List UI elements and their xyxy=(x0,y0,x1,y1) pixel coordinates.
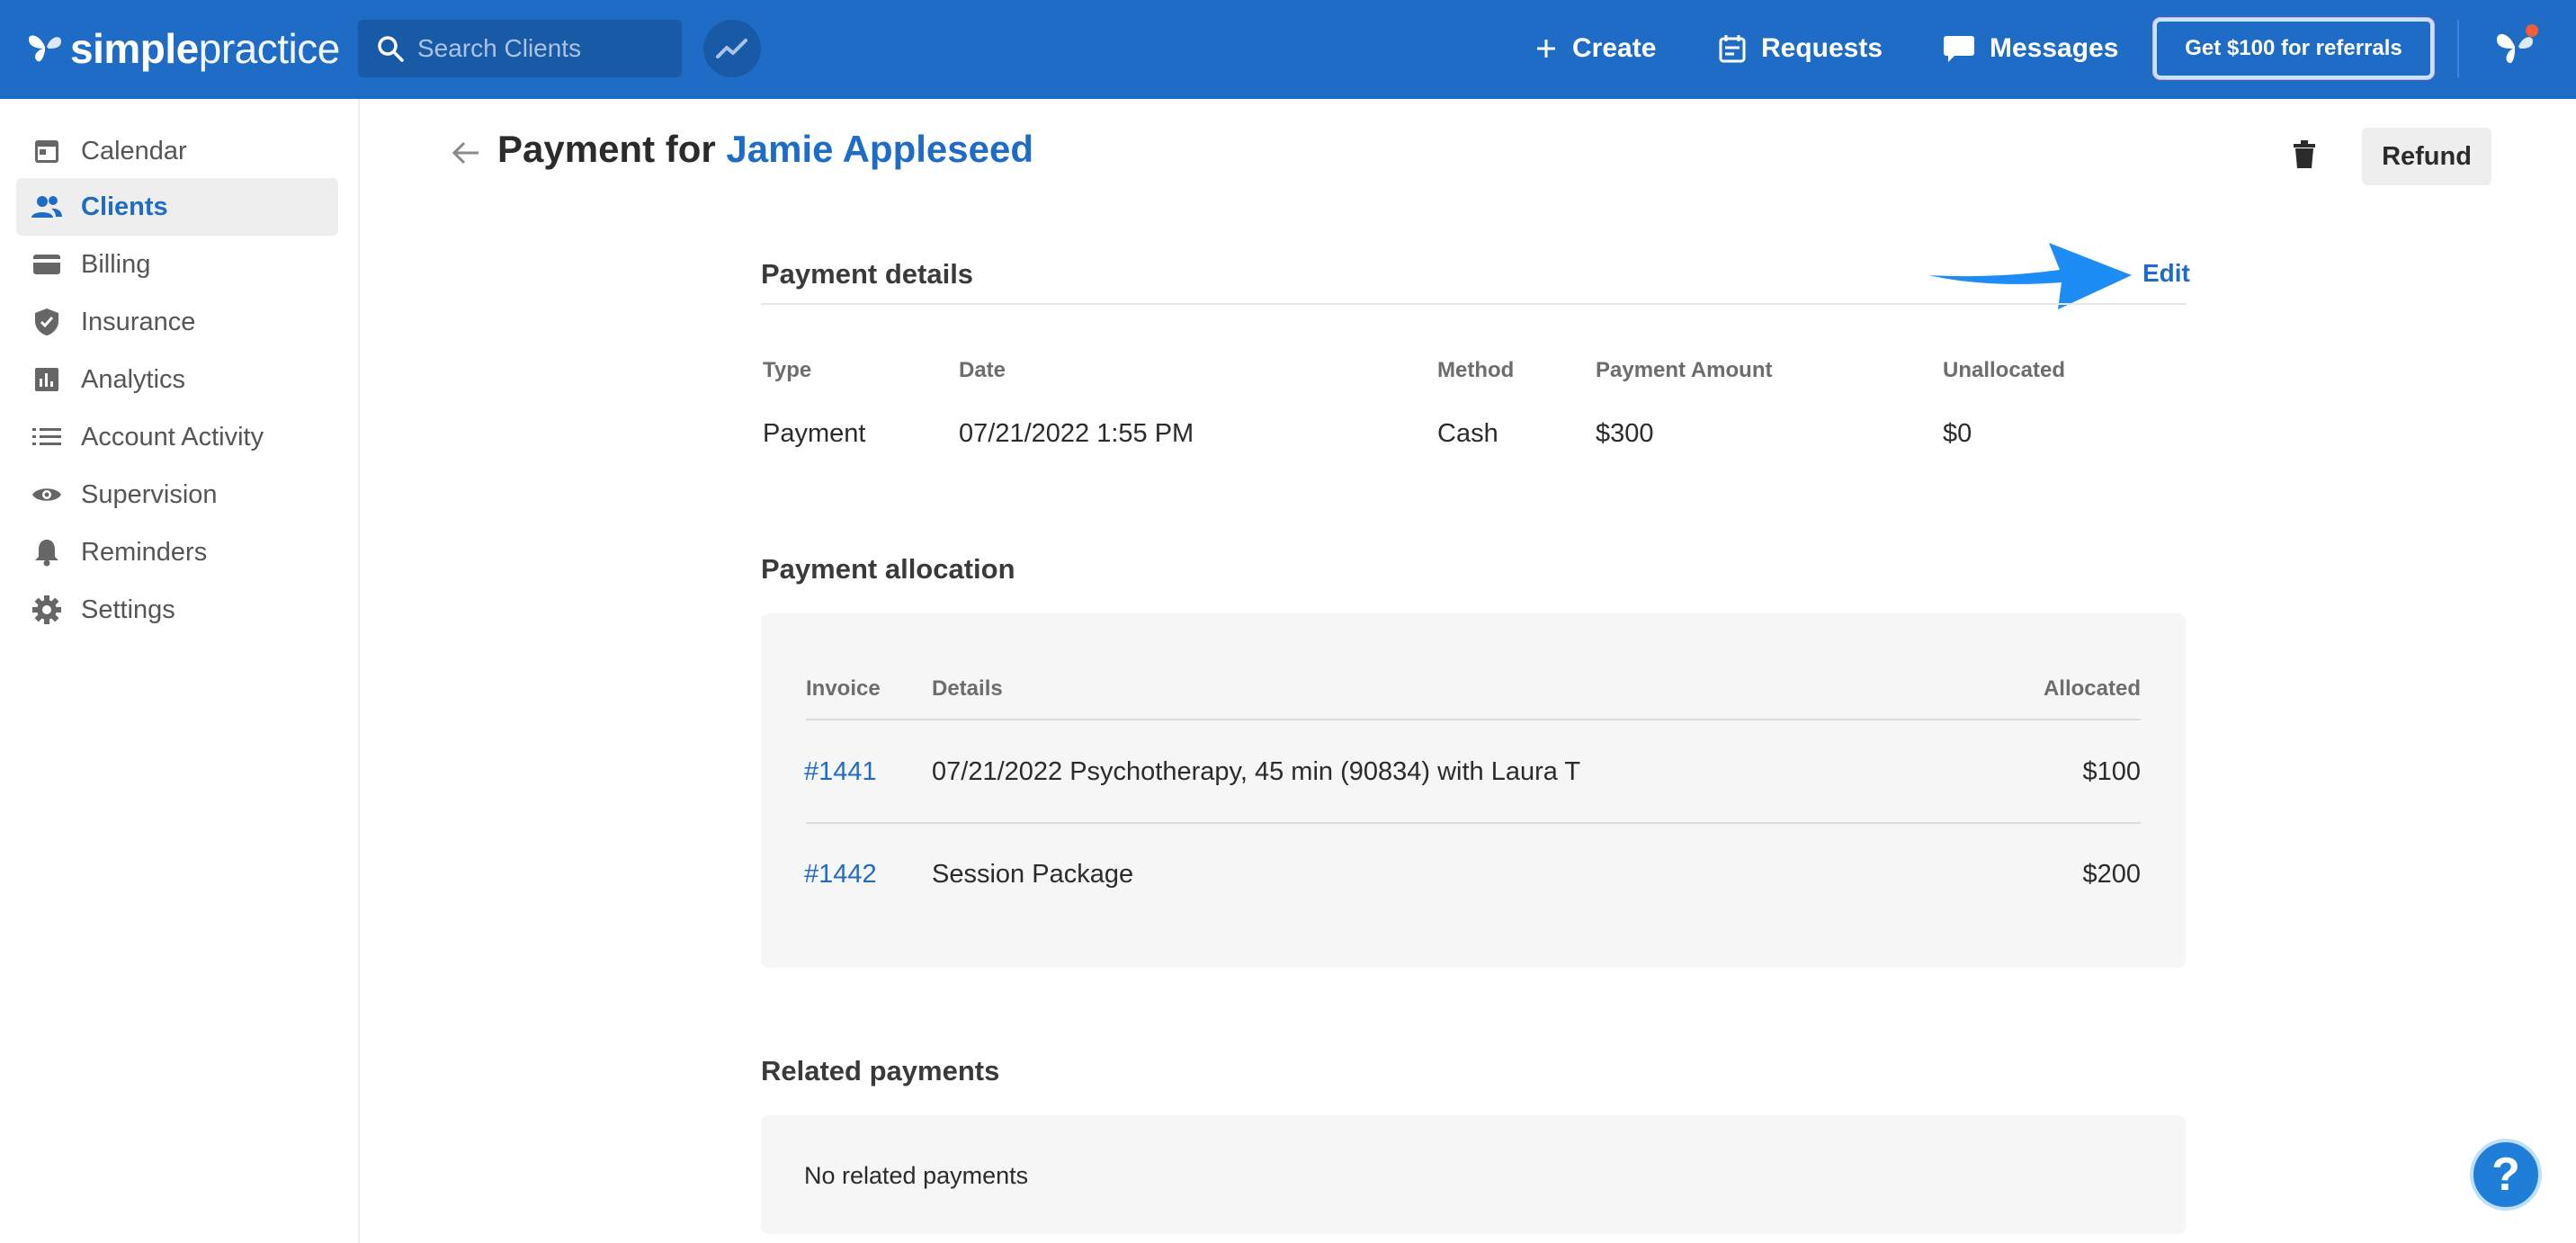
refund-button[interactable]: Refund xyxy=(2362,128,2491,185)
unallocated-value: $0 xyxy=(1943,419,1972,448)
sidebar: Calendar Clients Billing Insurance Analy… xyxy=(0,99,360,1243)
butterfly-logo-icon xyxy=(29,35,61,62)
sidebar-item-reminders[interactable]: Reminders xyxy=(16,523,338,581)
table-header-divider xyxy=(806,719,2141,720)
back-arrow-icon[interactable] xyxy=(450,137,482,169)
sidebar-item-clients[interactable]: Clients xyxy=(16,178,338,236)
sidebar-item-settings[interactable]: Settings xyxy=(16,581,338,639)
bar-chart-icon xyxy=(31,363,63,396)
allocation-details: Session Package xyxy=(932,860,1134,889)
eye-icon xyxy=(31,478,63,511)
sidebar-item-label: Billing xyxy=(81,249,151,279)
page-title: Payment for Jamie Appleseed xyxy=(497,128,1033,171)
account-avatar[interactable] xyxy=(2491,22,2542,72)
sidebar-item-supervision[interactable]: Supervision xyxy=(16,466,338,523)
list-icon xyxy=(31,421,63,453)
simplepractice-logo[interactable]: simple practice xyxy=(27,22,340,76)
column-header-invoice: Invoice xyxy=(806,676,881,701)
payment-allocation-title: Payment allocation xyxy=(761,553,1015,585)
search-icon xyxy=(378,36,404,62)
calendar-icon xyxy=(31,135,63,167)
messages-label: Messages xyxy=(1990,33,2119,63)
invoice-link[interactable]: #1442 xyxy=(804,860,877,890)
sidebar-item-analytics[interactable]: Analytics xyxy=(16,351,338,408)
payment-details-title: Payment details xyxy=(761,258,974,290)
related-payments-title: Related payments xyxy=(761,1055,1000,1087)
search-clients-box[interactable] xyxy=(358,20,682,77)
sidebar-item-label: Reminders xyxy=(81,537,208,567)
messages-button[interactable]: Messages xyxy=(1943,22,2118,76)
sidebar-item-label: Supervision xyxy=(81,479,218,509)
help-button[interactable]: ? xyxy=(2470,1139,2542,1211)
column-header-payment-amount: Payment Amount xyxy=(1596,358,1773,382)
annotation-arrow-icon xyxy=(1928,243,2132,309)
column-header-details: Details xyxy=(932,676,1003,701)
create-label: Create xyxy=(1572,33,1657,63)
sidebar-item-label: Analytics xyxy=(81,364,186,394)
sidebar-item-label: Settings xyxy=(81,595,175,624)
insights-button[interactable] xyxy=(703,20,761,77)
referral-button[interactable]: Get $100 for referrals xyxy=(2153,18,2434,79)
invoice-link[interactable]: #1441 xyxy=(804,757,877,787)
sidebar-item-account-activity[interactable]: Account Activity xyxy=(16,408,338,466)
sidebar-item-label: Clients xyxy=(81,192,168,221)
column-header-date: Date xyxy=(959,358,1006,382)
page-title-prefix: Payment for xyxy=(497,128,716,170)
topbar-divider xyxy=(2457,20,2459,77)
logo-text-light: practice xyxy=(198,25,341,72)
related-payments-empty-text: No related payments xyxy=(804,1162,1029,1189)
plus-icon xyxy=(1537,40,1555,58)
requests-label: Requests xyxy=(1761,33,1883,63)
delete-button[interactable] xyxy=(2285,135,2324,174)
trending-up-icon xyxy=(716,39,747,58)
divider xyxy=(761,303,2186,305)
logo-text-bold: simple xyxy=(70,25,199,72)
column-header-allocated: Allocated xyxy=(2043,676,2141,701)
column-header-unallocated: Unallocated xyxy=(1943,358,2066,382)
allocated-amount: $200 xyxy=(2082,860,2141,889)
sidebar-item-insurance[interactable]: Insurance xyxy=(16,293,338,351)
edit-payment-link[interactable]: Edit xyxy=(2142,259,2190,288)
requests-button[interactable]: Requests xyxy=(1718,22,1883,76)
payment-type-value: Payment xyxy=(763,419,866,448)
column-header-method: Method xyxy=(1437,358,1515,382)
sidebar-item-billing[interactable]: Billing xyxy=(16,236,338,293)
trash-icon xyxy=(2294,140,2315,168)
sidebar-item-calendar[interactable]: Calendar xyxy=(16,122,338,180)
column-header-type: Type xyxy=(763,358,812,382)
clients-icon xyxy=(31,191,63,223)
top-navigation-bar: simplepractice Create Requests xyxy=(0,0,2576,99)
billing-card-icon xyxy=(31,248,63,281)
sidebar-item-label: Account Activity xyxy=(81,422,264,452)
payment-method-value: Cash xyxy=(1437,419,1498,448)
sidebar-item-label: Insurance xyxy=(81,307,196,336)
allocation-table xyxy=(761,613,2186,968)
gear-icon xyxy=(31,594,63,626)
chat-bubble-icon xyxy=(1944,36,1974,62)
calendar-request-icon xyxy=(1719,35,1746,63)
bell-icon xyxy=(31,536,63,568)
allocation-details: 07/21/2022 Psychotherapy, 45 min (90834)… xyxy=(932,757,1581,786)
butterfly-avatar-icon xyxy=(2497,24,2538,64)
shield-check-icon xyxy=(31,306,63,338)
search-clients-input[interactable] xyxy=(417,34,669,63)
allocated-amount: $100 xyxy=(2082,757,2141,786)
client-name-link[interactable]: Jamie Appleseed xyxy=(726,128,1033,170)
payment-amount-value: $300 xyxy=(1596,419,1654,448)
payment-date-value: 07/21/2022 1:55 PM xyxy=(959,419,1194,448)
table-row-divider xyxy=(806,822,2141,824)
sidebar-item-label: Calendar xyxy=(81,136,187,165)
create-button[interactable]: Create xyxy=(1534,22,1656,76)
